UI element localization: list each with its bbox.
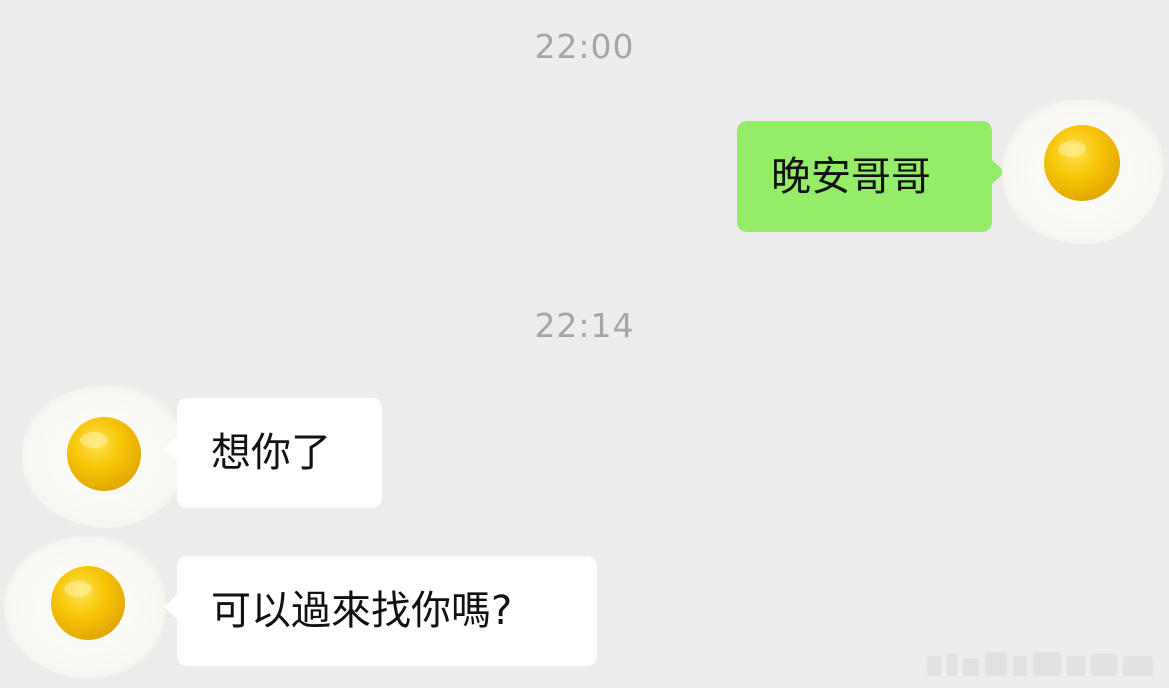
message-bubble-incoming[interactable]: 想你了 [164,398,382,508]
message-bubble-outgoing[interactable]: 晚安哥哥 [737,121,1005,232]
message-text: 晚安哥哥 [771,153,931,200]
timestamp: 22:00 [534,27,635,66]
message-text: 想你了 [211,430,331,476]
fried-egg-icon[interactable] [998,96,1168,252]
bubble-tail [164,436,178,462]
message-bubble-incoming[interactable]: 可以過來找你嗎? [164,556,597,666]
timestamp: 22:14 [534,306,635,345]
fried-egg-icon[interactable] [2,533,172,687]
watermark-mark [927,650,1157,682]
bubble-tail [164,594,178,620]
message-text: 可以過來找你嗎? [211,588,513,634]
